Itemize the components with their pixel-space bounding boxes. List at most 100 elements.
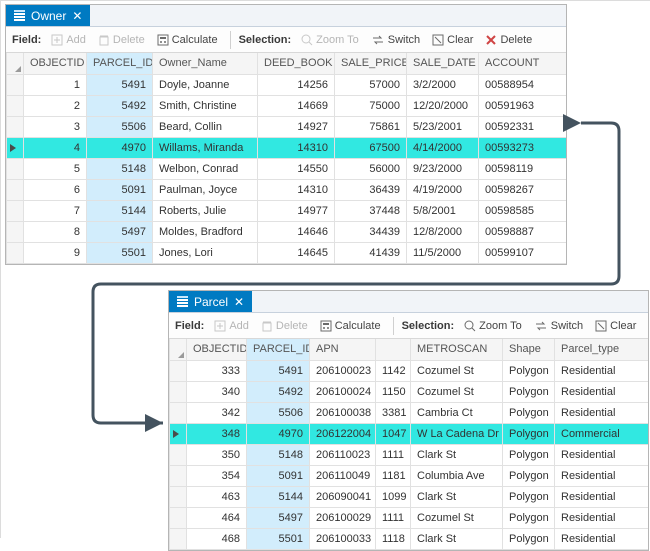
- table-row[interactable]: 46454972061000291111Cozumel StPolygonRes…: [170, 507, 649, 528]
- cell[interactable]: 5144: [87, 200, 153, 221]
- row-handle[interactable]: [170, 486, 187, 507]
- tab-owner[interactable]: Owner ✕: [6, 5, 90, 26]
- cell[interactable]: Jones, Lori: [153, 242, 258, 263]
- cell[interactable]: Paulman, Joyce: [153, 179, 258, 200]
- cell[interactable]: 00599107: [479, 242, 567, 263]
- cell[interactable]: 5506: [87, 116, 153, 137]
- cell[interactable]: 75000: [335, 95, 407, 116]
- delete-rows-button[interactable]: Delete: [481, 32, 536, 48]
- cell[interactable]: Polygon: [503, 402, 555, 423]
- cell[interactable]: 463: [187, 486, 247, 507]
- zoom-to-button[interactable]: Zoom To: [460, 318, 526, 334]
- delete-field-button[interactable]: Delete: [257, 318, 312, 334]
- table-row[interactable]: 95501Jones, Lori146454143911/5/200000599…: [7, 242, 567, 263]
- table-row[interactable]: 33354912061000231142Cozumel StPolygonRes…: [170, 360, 649, 381]
- cell[interactable]: 00598585: [479, 200, 567, 221]
- row-handle[interactable]: [7, 242, 24, 263]
- row-handle-header[interactable]: [170, 339, 187, 360]
- cell[interactable]: 1181: [376, 465, 411, 486]
- table-row[interactable]: 25492Smith, Christine146697500012/20/200…: [7, 95, 567, 116]
- cell[interactable]: 3/2/2000: [407, 74, 479, 95]
- cell[interactable]: 5091: [247, 465, 310, 486]
- column-header[interactable]: OBJECTID: [24, 53, 87, 74]
- row-handle[interactable]: [170, 423, 187, 444]
- cell[interactable]: 14256: [258, 74, 335, 95]
- row-handle[interactable]: [170, 507, 187, 528]
- cell[interactable]: Polygon: [503, 381, 555, 402]
- cell[interactable]: Welbon, Conrad: [153, 158, 258, 179]
- table-row[interactable]: 15491Doyle, Joanne14256570003/2/20000058…: [7, 74, 567, 95]
- table-row[interactable]: 46351442060900411099Clark StPolygonResid…: [170, 486, 649, 507]
- cell[interactable]: Residential: [555, 402, 649, 423]
- cell[interactable]: 1: [24, 74, 87, 95]
- switch-button[interactable]: Switch: [530, 318, 587, 334]
- row-handle[interactable]: [170, 444, 187, 465]
- row-handle[interactable]: [7, 74, 24, 95]
- cell[interactable]: Doyle, Joanne: [153, 74, 258, 95]
- cell[interactable]: 3: [24, 116, 87, 137]
- parcel-grid[interactable]: OBJECTIDPARCEL_IDAPNMETROSCANShapeParcel…: [169, 339, 648, 550]
- cell[interactable]: 14646: [258, 221, 335, 242]
- column-header[interactable]: SALE_DATE: [407, 53, 479, 74]
- cell[interactable]: Commercial: [555, 423, 649, 444]
- cell[interactable]: 206100024: [310, 381, 376, 402]
- cell[interactable]: 206090041: [310, 486, 376, 507]
- close-icon[interactable]: ✕: [72, 10, 82, 22]
- cell[interactable]: Residential: [555, 486, 649, 507]
- cell[interactable]: Polygon: [503, 507, 555, 528]
- table-row[interactable]: 65091Paulman, Joyce14310364394/19/200000…: [7, 179, 567, 200]
- cell[interactable]: 14645: [258, 242, 335, 263]
- row-handle[interactable]: [7, 221, 24, 242]
- cell[interactable]: 00593273: [479, 137, 567, 158]
- cell[interactable]: 5/23/2001: [407, 116, 479, 137]
- cell[interactable]: 8: [24, 221, 87, 242]
- cell[interactable]: 1099: [376, 486, 411, 507]
- cell[interactable]: Cozumel St: [411, 360, 503, 381]
- cell[interactable]: 14550: [258, 158, 335, 179]
- cell[interactable]: W La Cadena Dr: [411, 423, 503, 444]
- add-field-button[interactable]: Add: [47, 32, 90, 48]
- owner-grid[interactable]: OBJECTIDPARCEL_IDOwner_NameDEED_BOOKSALE…: [6, 53, 566, 264]
- row-handle[interactable]: [170, 402, 187, 423]
- cell[interactable]: 00598119: [479, 158, 567, 179]
- switch-button[interactable]: Switch: [367, 32, 424, 48]
- cell[interactable]: 5501: [247, 528, 310, 549]
- cell[interactable]: 206122004: [310, 423, 376, 444]
- cell[interactable]: 9/23/2000: [407, 158, 479, 179]
- column-header[interactable]: Owner_Name: [153, 53, 258, 74]
- cell[interactable]: 350: [187, 444, 247, 465]
- table-row[interactable]: 34054922061000241150Cozumel StPolygonRes…: [170, 381, 649, 402]
- cell[interactable]: 00588954: [479, 74, 567, 95]
- cell[interactable]: Cambria Ct: [411, 402, 503, 423]
- cell[interactable]: 5148: [247, 444, 310, 465]
- cell[interactable]: 12/8/2000: [407, 221, 479, 242]
- cell[interactable]: Polygon: [503, 423, 555, 444]
- column-header[interactable]: Parcel_type: [555, 339, 649, 360]
- cell[interactable]: 1111: [376, 507, 411, 528]
- cell[interactable]: Columbia Ave: [411, 465, 503, 486]
- cell[interactable]: Polygon: [503, 360, 555, 381]
- cell[interactable]: 36439: [335, 179, 407, 200]
- cell[interactable]: 206110049: [310, 465, 376, 486]
- row-handle[interactable]: [170, 360, 187, 381]
- cell[interactable]: 342: [187, 402, 247, 423]
- table-row[interactable]: 44970Willams, Miranda14310675004/14/2000…: [7, 137, 567, 158]
- table-row[interactable]: 34255062061000383381Cambria CtPolygonRes…: [170, 402, 649, 423]
- cell[interactable]: 5491: [87, 74, 153, 95]
- cell[interactable]: 206100029: [310, 507, 376, 528]
- cell[interactable]: Clark St: [411, 528, 503, 549]
- cell[interactable]: 5497: [87, 221, 153, 242]
- column-header[interactable]: PARCEL_ID: [247, 339, 310, 360]
- column-header[interactable]: ACCOUNT: [479, 53, 567, 74]
- cell[interactable]: 56000: [335, 158, 407, 179]
- column-header[interactable]: OBJECTID: [187, 339, 247, 360]
- table-row[interactable]: 75144Roberts, Julie14977374485/8/2001005…: [7, 200, 567, 221]
- cell[interactable]: 5491: [247, 360, 310, 381]
- cell[interactable]: 5148: [87, 158, 153, 179]
- cell[interactable]: 2: [24, 95, 87, 116]
- cell[interactable]: Residential: [555, 444, 649, 465]
- cell[interactable]: Residential: [555, 360, 649, 381]
- cell[interactable]: 00592331: [479, 116, 567, 137]
- cell[interactable]: Clark St: [411, 486, 503, 507]
- cell[interactable]: 4/14/2000: [407, 137, 479, 158]
